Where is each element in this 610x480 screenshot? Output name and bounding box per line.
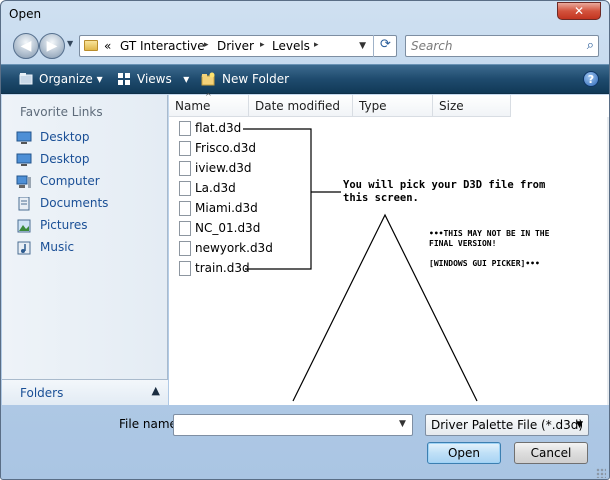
file-name-dropdown-icon[interactable]: ▼ — [399, 419, 406, 429]
file-name: newyork.d3d — [195, 241, 273, 255]
column-label: Type — [359, 99, 387, 113]
file-name-field[interactable] — [173, 414, 413, 436]
sidebar-item-label: Documents — [40, 196, 109, 210]
file-icon — [179, 141, 191, 156]
sidebar-item-label: Pictures — [40, 218, 88, 232]
views-icon — [118, 73, 130, 85]
file-icon — [179, 241, 191, 256]
address-dropdown-icon[interactable]: ▼ — [359, 41, 366, 51]
file-icon — [179, 221, 191, 236]
pictures-icon — [17, 219, 31, 233]
recent-pages-dropdown-icon[interactable]: ▼ — [67, 39, 73, 48]
help-button[interactable]: ? — [583, 71, 599, 87]
file-icon — [179, 121, 191, 136]
refresh-icon: ⟳ — [380, 37, 391, 52]
forward-arrow-icon: ▶ — [46, 38, 58, 54]
address-row: ◀ ▶ ▼ « GT Interactive ▸ Driver ▸ Levels… — [1, 29, 609, 63]
column-header-date-modified[interactable]: Date modified — [249, 95, 353, 117]
close-button[interactable]: ✕ — [557, 2, 601, 20]
file-icon — [179, 201, 191, 216]
vertical-scrollbar[interactable] — [607, 117, 609, 405]
breadcrumb-driver[interactable]: Driver — [217, 39, 254, 53]
file-list: ^ Name Date modified Type Size flat.d3d … — [169, 92, 609, 405]
back-button[interactable]: ◀ — [13, 33, 39, 59]
sidebar-item-label: Music — [40, 240, 75, 254]
breadcrumb-gt-interactive[interactable]: GT Interactive — [120, 39, 205, 53]
file-name: Frisco.d3d — [195, 141, 256, 155]
desktop-icon — [16, 131, 32, 144]
new-folder-button[interactable]: New Folder — [222, 72, 289, 86]
organize-label: Organize — [39, 72, 93, 86]
open-button[interactable]: Open — [427, 442, 501, 464]
favorite-links-heading: Favorite Links — [20, 105, 103, 119]
forward-button[interactable]: ▶ — [39, 33, 65, 59]
breadcrumb-overflow[interactable]: « — [104, 39, 111, 53]
folder-icon — [84, 40, 98, 51]
music-icon — [17, 241, 31, 255]
views-label: Views — [137, 72, 172, 86]
address-bar[interactable]: « GT Interactive ▸ Driver ▸ Levels ▸ ▼ — [79, 35, 397, 57]
column-label: Size — [439, 99, 464, 113]
documents-icon — [18, 197, 30, 211]
file-name: NC_01.d3d — [195, 221, 261, 235]
desktop-icon — [16, 153, 32, 166]
file-name: flat.d3d — [195, 121, 242, 135]
file-name: Miami.d3d — [195, 201, 258, 215]
back-arrow-icon: ◀ — [20, 38, 32, 54]
refresh-button[interactable]: ⟳ — [373, 35, 397, 57]
file-type-value: Driver Palette File (*.d3d) — [431, 418, 584, 432]
new-folder-icon — [201, 72, 215, 86]
file-icon — [179, 181, 191, 196]
breadcrumb-separator[interactable]: ▸ — [260, 40, 265, 50]
column-label: Name — [175, 99, 211, 113]
file-icon — [179, 161, 191, 176]
column-label: Date modified — [255, 99, 341, 113]
chevron-up-icon: ▲ — [151, 384, 160, 397]
chevron-down-icon: ▾ — [183, 72, 190, 86]
help-icon: ? — [587, 73, 595, 86]
computer-icon — [16, 175, 31, 188]
breadcrumb-separator[interactable]: ▸ — [204, 40, 209, 50]
command-toolbar: Organize ▾ Views ▾ New Folder ? — [1, 64, 609, 94]
file-type-select[interactable]: Driver Palette File (*.d3d) ▼ — [425, 414, 589, 436]
organize-menu[interactable]: Organize ▾ — [39, 72, 103, 86]
resize-grip-icon[interactable] — [596, 468, 606, 478]
close-icon: ✕ — [573, 4, 585, 18]
cancel-button[interactable]: Cancel — [514, 442, 588, 464]
column-header-name[interactable]: ^ Name — [169, 92, 249, 117]
column-header-type[interactable]: Type — [353, 95, 433, 117]
organize-icon — [19, 73, 33, 85]
search-icon[interactable]: ⌕ — [587, 38, 594, 53]
window-title: Open — [9, 7, 42, 21]
open-dialog: Open ✕ ◀ ▶ ▼ « GT Interactive ▸ Driver ▸… — [0, 0, 610, 480]
breadcrumb-levels[interactable]: Levels — [272, 39, 310, 53]
file-name: La.d3d — [195, 181, 236, 195]
views-menu[interactable]: Views ▾ — [137, 72, 189, 86]
file-name: iview.d3d — [195, 161, 252, 175]
title-bar: Open ✕ — [1, 1, 609, 29]
sidebar-item-label: Desktop — [40, 152, 90, 166]
sidebar-item-label: Desktop — [40, 130, 90, 144]
search-input[interactable]: Search ⌕ — [405, 35, 599, 57]
chevron-down-icon: ▾ — [96, 72, 103, 86]
breadcrumb-separator[interactable]: ▸ — [314, 40, 319, 50]
sidebar-item-label: Computer — [40, 174, 100, 188]
file-name-label: File name: — [119, 417, 181, 431]
file-icon — [179, 261, 191, 276]
chevron-down-icon: ▼ — [576, 420, 583, 430]
column-header-size[interactable]: Size — [433, 95, 511, 117]
file-name: train.d3d — [195, 261, 250, 275]
navigation-pane: Favorite Links Desktop Desktop Computer … — [2, 95, 168, 405]
folders-toggle[interactable]: Folders ▲ — [2, 379, 168, 405]
bottom-panel: File name: ▼ Driver Palette File (*.d3d)… — [1, 405, 609, 479]
folders-label: Folders — [20, 386, 64, 400]
search-placeholder: Search — [411, 39, 453, 53]
